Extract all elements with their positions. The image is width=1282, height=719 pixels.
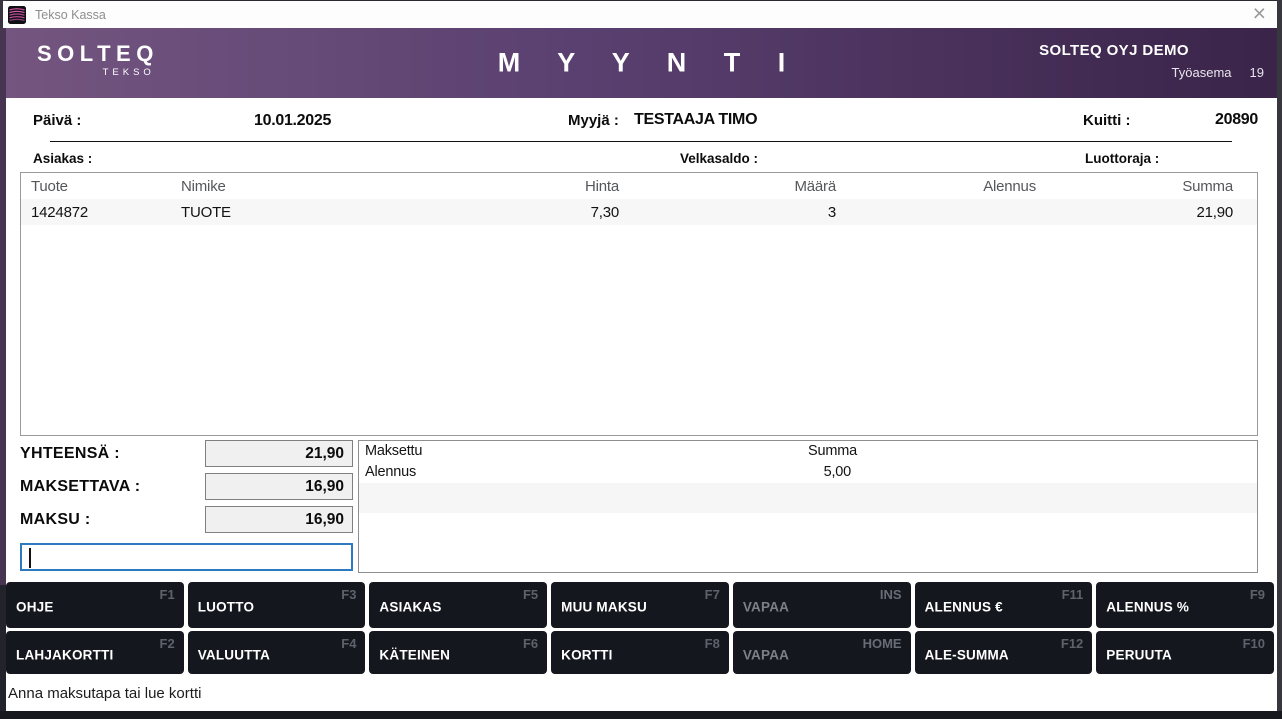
status-message: Anna maksutapa tai lue kortti (8, 685, 201, 702)
button-kateinen[interactable]: KÄTEINEN F6 (369, 631, 547, 674)
button-label: MUU MAKSU (561, 600, 647, 615)
window-title: Tekso Kassa (35, 8, 106, 22)
payment-amount: 5,00 (359, 462, 851, 483)
fkey-label: F2 (160, 636, 175, 651)
fkey-label: F3 (341, 587, 356, 602)
total-value: 21,90 (205, 440, 353, 467)
fkey-label: HOME (863, 636, 902, 651)
credit-label: Luottoraja : (1085, 151, 1159, 166)
close-icon[interactable]: × (1253, 0, 1266, 27)
fkey-label: F9 (1250, 587, 1265, 602)
button-label: ALENNUS % (1106, 600, 1189, 615)
button-luotto[interactable]: LUOTTO F3 (188, 582, 366, 628)
workstation-info: Työasema 19 (1039, 65, 1264, 80)
button-label: ALE-SUMMA (925, 647, 1009, 662)
cell-name: TUOTE (181, 204, 441, 221)
button-vapaa-home: VAPAA HOME (733, 631, 911, 674)
button-peruuta[interactable]: PERUUTA F10 (1096, 631, 1274, 674)
fkey-label: F1 (160, 587, 175, 602)
button-valuutta[interactable]: VALUUTTA F4 (188, 631, 366, 674)
app-header: SOLTEQ TEKSO M Y Y N T I SOLTEQ OYJ DEMO… (6, 28, 1277, 98)
button-label: ALENNUS € (925, 600, 1003, 615)
app-surface: SOLTEQ TEKSO M Y Y N T I SOLTEQ OYJ DEMO… (6, 28, 1277, 711)
date-label: Päivä : (33, 112, 81, 129)
button-label: ASIAKAS (379, 600, 441, 615)
customer-label: Asiakas : (33, 151, 92, 166)
cell-sum: 21,90 (1036, 204, 1233, 221)
cell-qty: 3 (619, 204, 836, 221)
titlebar: Tekso Kassa × (3, 1, 1277, 28)
button-label: VAPAA (743, 600, 789, 615)
button-label: KORTTI (561, 647, 612, 662)
payable-label: MAKSETTAVA : (20, 478, 140, 496)
button-kortti[interactable]: KORTTI F8 (551, 631, 729, 674)
col-name: Nimike (181, 178, 441, 195)
sum-column-label: Summa (359, 441, 857, 462)
receipt-value: 20890 (1215, 111, 1258, 129)
payment-value: 16,90 (205, 506, 353, 533)
seller-label: Myyjä : (568, 112, 619, 129)
button-muu-maksu[interactable]: MUU MAKSU F7 (551, 582, 729, 628)
company-name: SOLTEQ OYJ DEMO (1039, 42, 1189, 59)
col-product: Tuote (31, 178, 181, 195)
fkey-label: F11 (1062, 587, 1084, 602)
fkey-label: F7 (705, 587, 720, 602)
button-label: LAHJAKORTTI (16, 647, 113, 662)
text-caret (29, 548, 31, 568)
total-label: YHTEENSÄ : (20, 445, 120, 463)
cell-price: 7,30 (441, 204, 619, 221)
button-label: LUOTTO (198, 600, 254, 615)
button-label: OHJE (16, 600, 54, 615)
button-label: PERUUTA (1106, 647, 1172, 662)
fkey-label: F6 (523, 636, 538, 651)
col-sum: Summa (1036, 178, 1233, 195)
payment-label: MAKSU : (20, 511, 91, 529)
col-discount: Alennus (836, 178, 1036, 195)
items-table: Tuote Nimike Hinta Määrä Alennus Summa 1… (20, 172, 1258, 436)
window-bottom-edge (0, 711, 1282, 719)
solteq-app-icon (8, 6, 26, 24)
button-ale-summa[interactable]: ALE-SUMMA F12 (915, 631, 1093, 674)
debt-label: Velkasaldo : (680, 151, 758, 166)
app-window: Tekso Kassa × SOLTEQ TEKSO M Y Y N T I S… (0, 0, 1282, 719)
payments-panel: Maksettu Summa Alennus 5,00 (358, 440, 1258, 573)
fkey-label: F5 (523, 587, 538, 602)
fkey-label: F8 (705, 636, 720, 651)
button-label: VALUUTTA (198, 647, 270, 662)
button-label: KÄTEINEN (379, 647, 450, 662)
workstation-label: Työasema (1172, 65, 1232, 80)
fkey-label: F4 (341, 636, 356, 651)
divider (50, 141, 1232, 142)
table-row[interactable]: 1424872 TUOTE 7,30 3 21,90 (21, 199, 1257, 225)
button-label: VAPAA (743, 647, 789, 662)
header-right: SOLTEQ OYJ DEMO Työasema 19 (1039, 42, 1264, 80)
receipt-label: Kuitti : (1083, 112, 1130, 129)
payable-value: 16,90 (205, 473, 353, 500)
payment-row[interactable]: Alennus 5,00 (359, 462, 1257, 483)
fkey-label: F10 (1243, 636, 1265, 651)
button-vapaa-ins: VAPAA INS (733, 582, 911, 628)
payment-entry-input[interactable] (20, 543, 353, 571)
fkey-label: F12 (1061, 636, 1083, 651)
col-price: Hinta (441, 178, 619, 195)
items-table-header: Tuote Nimike Hinta Määrä Alennus Summa (21, 173, 1257, 199)
function-button-grid: OHJE F1 LUOTTO F3 ASIAKAS F5 MUU MAKSU F… (6, 582, 1274, 674)
window-right-edge (1277, 0, 1282, 719)
button-alennus-euro[interactable]: ALENNUS € F11 (915, 582, 1093, 628)
workstation-number: 19 (1250, 65, 1264, 80)
fkey-label: INS (880, 587, 902, 602)
col-qty: Määrä (619, 178, 836, 195)
button-lahjakortti[interactable]: LAHJAKORTTI F2 (6, 631, 184, 674)
button-alennus-prosentti[interactable]: ALENNUS % F9 (1096, 582, 1274, 628)
cell-product: 1424872 (31, 204, 181, 221)
date-value: 10.01.2025 (254, 112, 331, 130)
seller-value: TESTAAJA TIMO (634, 111, 757, 129)
button-asiakas[interactable]: ASIAKAS F5 (369, 582, 547, 628)
empty-row-stripe (359, 483, 1257, 513)
button-ohje[interactable]: OHJE F1 (6, 582, 184, 628)
payments-header: Maksettu Summa (359, 441, 1257, 462)
